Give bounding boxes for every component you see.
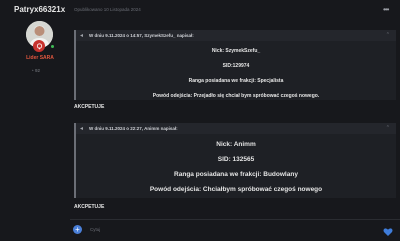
- quote-header: ◂ W dniu 9.11.2024 o 22:27, Animm napisa…: [76, 123, 396, 134]
- more-dots-icon[interactable]: •••: [383, 6, 389, 14]
- quote-line-rank: Ranga posiadana we frakcji: Specjalista: [188, 78, 284, 84]
- quote-block-2: ◂ W dniu 9.11.2024 o 22:27, Animm napisa…: [74, 123, 396, 198]
- rank-badge-icon: [33, 40, 45, 52]
- online-status-indicator: [50, 44, 55, 49]
- quote-header: ◂ W dniu 9.11.2024 o 14:57, SzymekSzefu_…: [76, 30, 396, 41]
- quote-block-1: ◂ W dniu 9.11.2024 o 14:57, SzymekSzefu_…: [74, 30, 396, 100]
- quote-arrow-icon[interactable]: ◂: [80, 124, 83, 135]
- quote-body: Nick: Animm SID: 132565 Ranga posiadana …: [76, 134, 396, 197]
- quote-arrow-icon[interactable]: ◂: [80, 31, 83, 42]
- rank-title: Lider SARA: [26, 55, 54, 61]
- quote-line-reason: Powód odejścia: Przejadło się chciał bym…: [152, 93, 320, 99]
- quote-line-reason: Powód odejścia: Chciałbym spróbować czeg…: [149, 186, 323, 193]
- heart-icon[interactable]: [383, 224, 393, 236]
- answer-text-1: AKCPETUJE: [74, 104, 105, 110]
- quote-line-nick: Nick: Animm: [216, 141, 256, 148]
- post-date[interactable]: Opublikowano 10 Listopada 2024: [74, 7, 141, 12]
- reputation-icon: ◔: [31, 68, 34, 73]
- quote-body: Nick: SzymekSzefu_ SID:129974 Ranga posi…: [76, 41, 396, 104]
- divider: [70, 219, 400, 220]
- quote-header-text: W dniu 9.11.2024 o 22:27, Animm napisał:: [89, 126, 178, 131]
- collapse-icon[interactable]: ⌃: [386, 123, 390, 134]
- author-name[interactable]: Patryx66321x: [14, 5, 65, 14]
- quote-line-sid: SID: 132565: [217, 156, 255, 163]
- quote-line-rank: Ranga posiadana we frakcji: Budowlany: [174, 171, 298, 178]
- forum-post: Patryx66321x Opublikowano 10 Listopada 2…: [0, 0, 400, 241]
- quote-line-sid: SID:129974: [222, 63, 250, 69]
- quote-header-text: W dniu 9.11.2024 o 14:57, SzymekSzefu_ n…: [89, 33, 194, 38]
- plus-icon[interactable]: +: [73, 225, 82, 234]
- reply-input[interactable]: Cytuj: [90, 227, 100, 232]
- reputation: ◔ 92: [31, 68, 40, 73]
- quote-line-nick: Nick: SzymekSzefu_: [211, 48, 261, 54]
- reputation-count: 92: [34, 68, 40, 73]
- collapse-icon[interactable]: ⌃: [386, 30, 390, 41]
- answer-text-2: AKCPETUJE: [74, 204, 105, 210]
